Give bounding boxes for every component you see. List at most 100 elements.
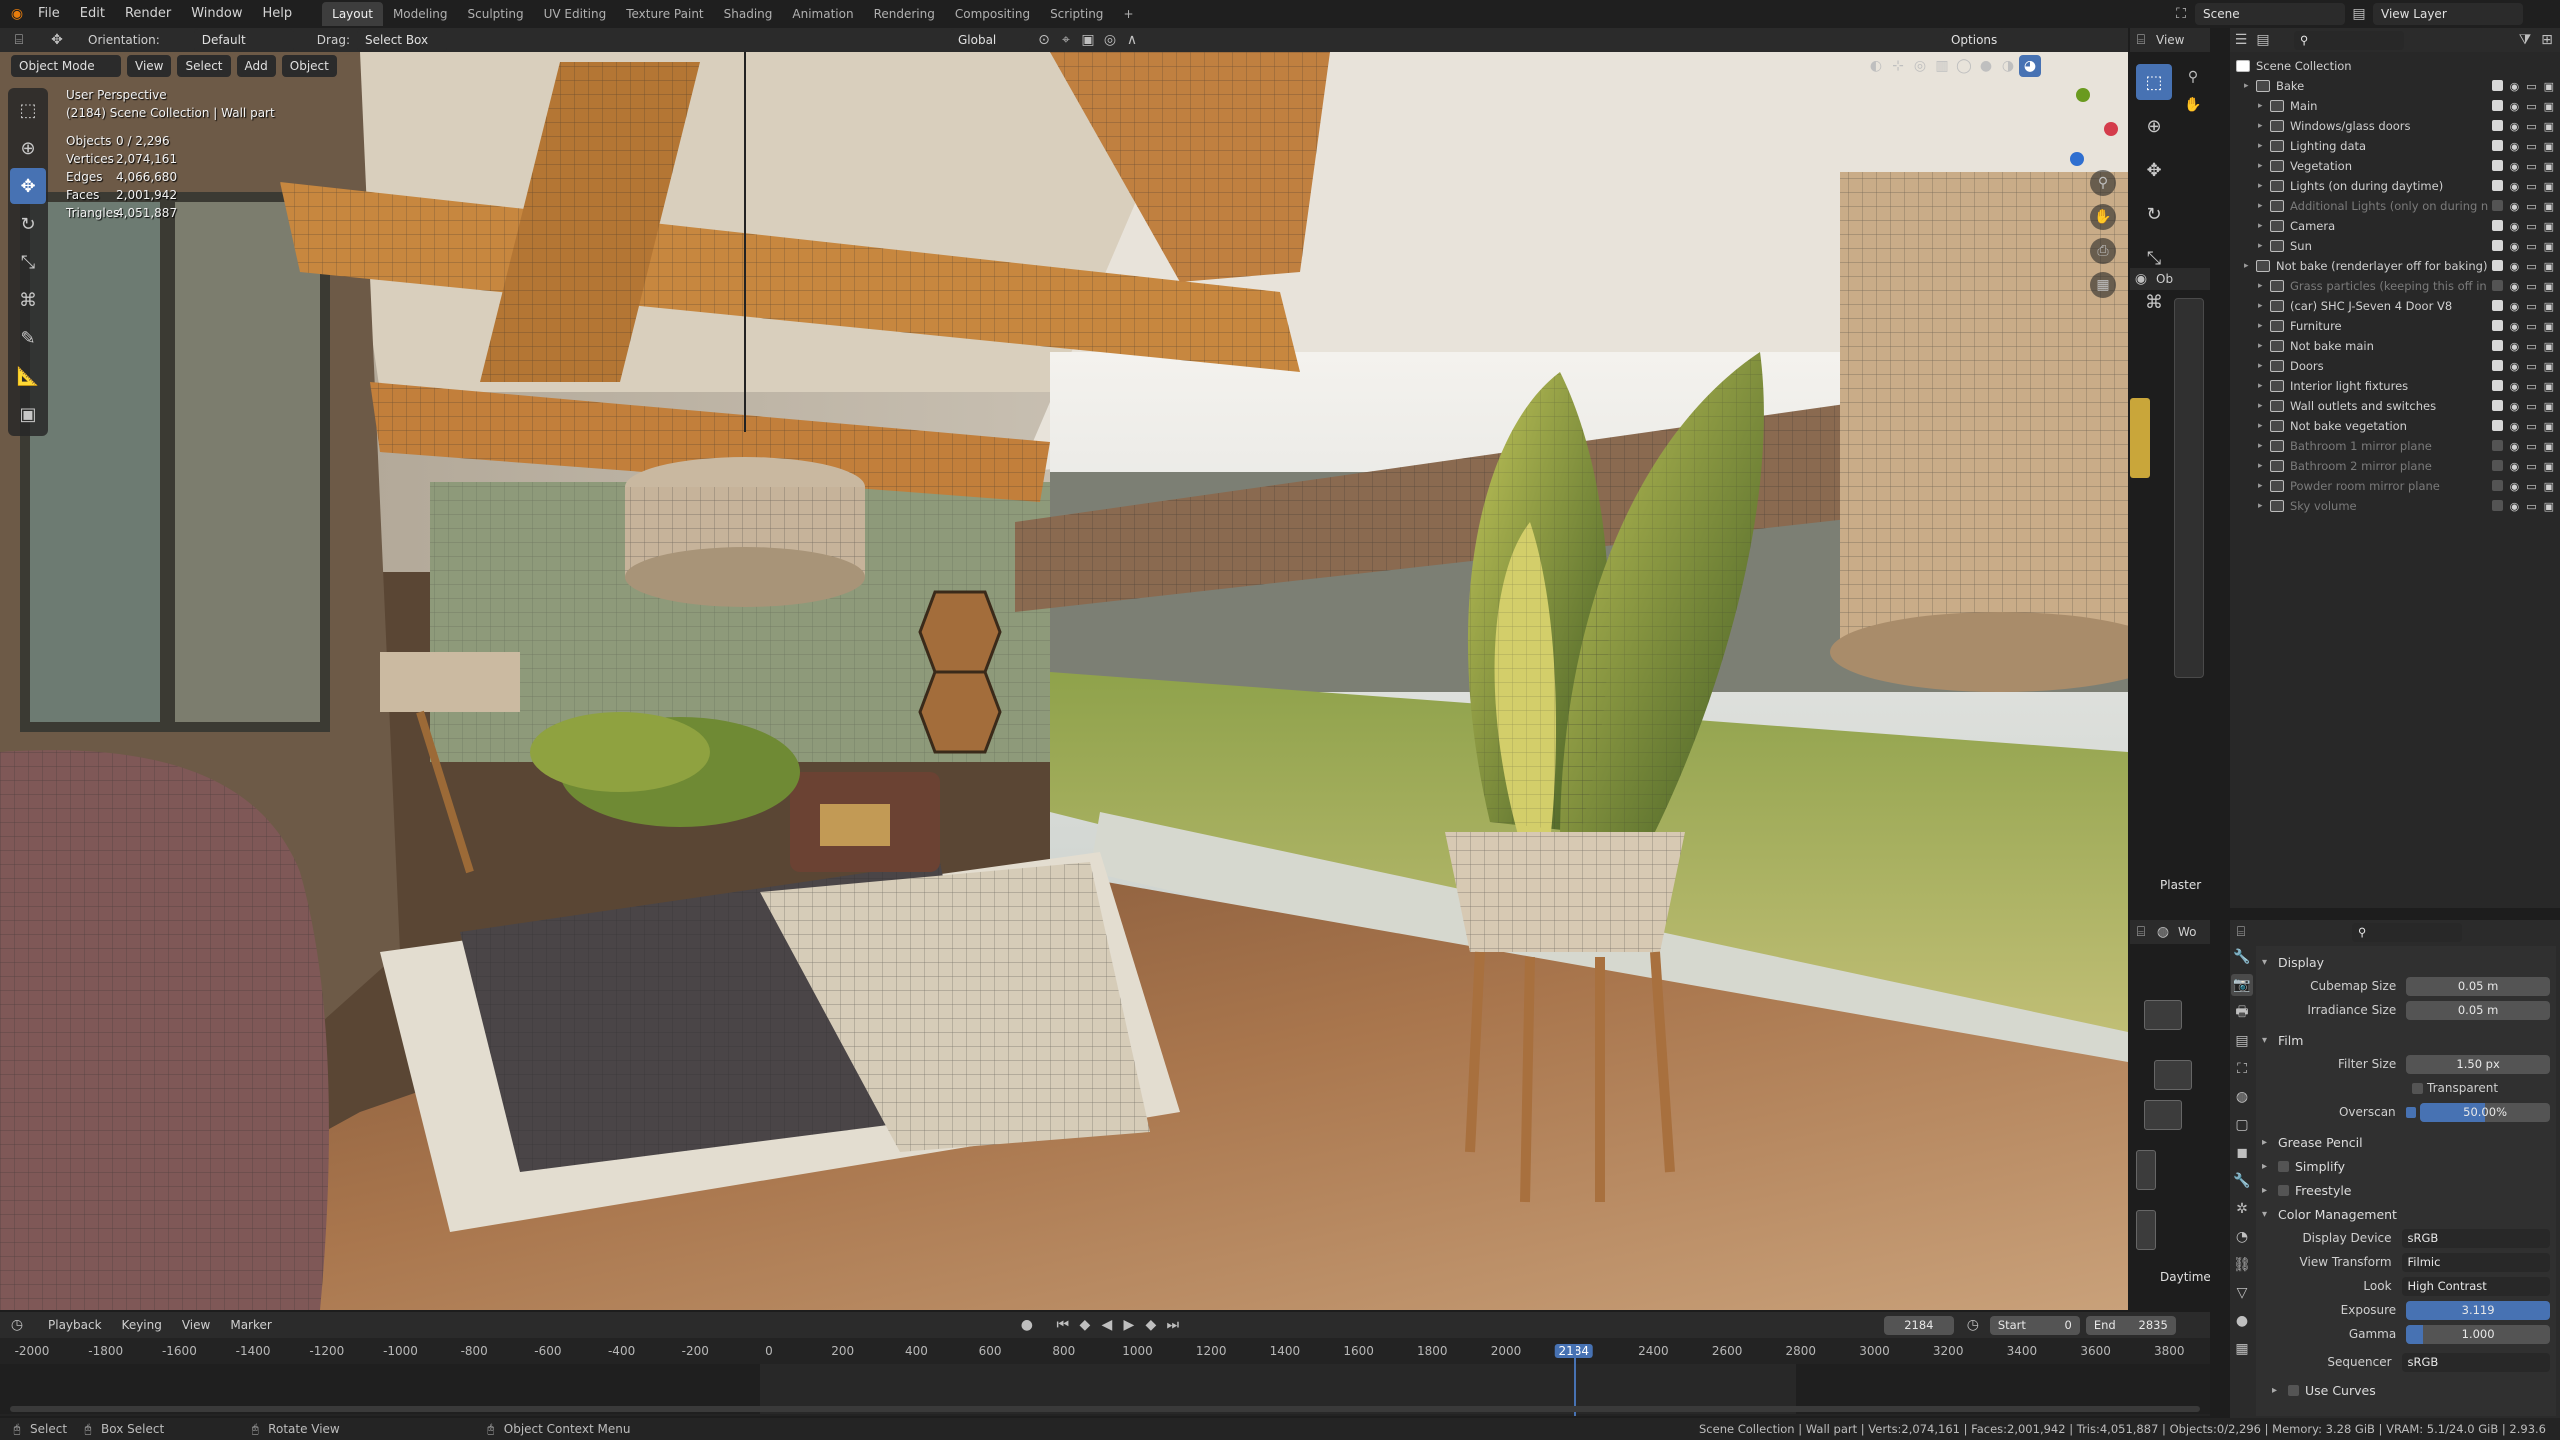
outliner-item[interactable]: ▸ Lights (on during daytime) ◉ ▭ ▣ <box>2230 176 2560 196</box>
exclude-checkbox[interactable] <box>2491 499 2503 511</box>
tab-compositing[interactable]: Compositing <box>945 2 1040 26</box>
jump-start-icon[interactable]: ⏮ <box>1052 1314 1074 1336</box>
monitor-icon[interactable]: ▭ <box>2526 260 2536 273</box>
disclosure-icon[interactable]: ▸ <box>2258 481 2270 491</box>
move-tool-icon[interactable]: ✥ <box>46 29 68 51</box>
physics-tab-icon[interactable]: ◔ <box>2231 1226 2253 1248</box>
camera-icon[interactable]: ▣ <box>2544 180 2554 193</box>
disclosure-icon[interactable]: ▸ <box>2258 241 2270 251</box>
play-reverse-icon[interactable]: ◀ <box>1096 1314 1118 1336</box>
simplify-panel-header[interactable]: ▸ Simplify <box>2262 1154 2550 1178</box>
menu-render[interactable]: Render <box>115 2 181 26</box>
node-cursor-icon[interactable]: ⊕ <box>2136 108 2172 144</box>
monitor-icon[interactable]: ▭ <box>2526 440 2536 453</box>
eye-icon[interactable]: ◉ <box>2510 300 2520 313</box>
node-editor-world[interactable]: ⌸ ◍ Wo Daytime <box>2130 920 2210 1310</box>
monitor-icon[interactable]: ▭ <box>2526 480 2536 493</box>
pivot-icon[interactable]: ⊙ <box>1033 29 1055 51</box>
eye-icon[interactable]: ◉ <box>2510 120 2520 133</box>
current-frame-field[interactable]: 2184 <box>1883 1315 1954 1335</box>
eye-icon[interactable]: ◉ <box>2510 400 2520 413</box>
disclosure-icon[interactable]: ▸ <box>2258 441 2270 451</box>
color-management-panel-header[interactable]: ▾ Color Management <box>2262 1202 2550 1226</box>
disclosure-icon[interactable]: ▸ <box>2258 501 2270 511</box>
pan-icon[interactable]: ✋ <box>2090 204 2116 230</box>
select-box-tool-icon[interactable]: ⬚ <box>10 92 46 128</box>
monitor-icon[interactable]: ▭ <box>2526 180 2536 193</box>
start-frame-field[interactable]: Start 0 <box>1989 1315 2080 1335</box>
node-pan-icon[interactable]: ✋ <box>2182 94 2204 116</box>
filter-field[interactable]: 1.50 px <box>2406 1054 2550 1074</box>
outliner-item[interactable]: ▸ Powder room mirror plane ◉ ▭ ▣ <box>2230 476 2560 496</box>
node-box[interactable] <box>2144 1000 2182 1030</box>
outliner-item[interactable]: ▸ Vegetation ◉ ▭ ▣ <box>2230 156 2560 176</box>
add-cube-tool-icon[interactable]: ▣ <box>10 396 46 432</box>
exclude-checkbox[interactable] <box>2491 319 2503 331</box>
node-view-menu[interactable]: View <box>2156 33 2184 47</box>
sequencer-dropdown[interactable]: sRGB <box>2401 1352 2550 1372</box>
exclude-checkbox[interactable] <box>2491 219 2503 231</box>
monitor-icon[interactable]: ▭ <box>2526 300 2536 313</box>
texture-tab-icon[interactable]: ▦ <box>2231 1338 2253 1360</box>
disclosure-icon[interactable]: ▸ <box>2258 301 2270 311</box>
menu-object[interactable]: Object <box>281 55 337 77</box>
scene-icon[interactable]: ⛶ <box>2170 3 2192 25</box>
eye-icon[interactable]: ◉ <box>2510 280 2520 293</box>
timeline-menu-keying[interactable]: Keying <box>122 1318 162 1332</box>
node-rotate-icon[interactable]: ↻ <box>2136 196 2172 232</box>
eye-icon[interactable]: ◉ <box>2510 500 2520 513</box>
monitor-icon[interactable]: ▭ <box>2526 220 2536 233</box>
eye-icon[interactable]: ◉ <box>2510 380 2520 393</box>
eye-icon[interactable]: ◉ <box>2510 160 2520 173</box>
scale-tool-icon[interactable]: ⤡ <box>10 244 46 280</box>
outliner-item[interactable]: ▸ Interior light fixtures ◉ ▭ ▣ <box>2230 376 2560 396</box>
tab-scripting[interactable]: Scripting <box>1040 2 1113 26</box>
eye-icon[interactable]: ◉ <box>2510 320 2520 333</box>
eye-icon[interactable]: ◉ <box>2510 420 2520 433</box>
film-panel-header[interactable]: ▾ Film <box>2262 1028 2550 1052</box>
outliner-item[interactable]: ▸ Grass particles (keeping this off in ◉ ▭ ▣ <box>2230 276 2560 296</box>
menu-add[interactable]: Add <box>236 55 276 77</box>
outliner-item[interactable]: ▸ Lighting data ◉ ▭ ▣ <box>2230 136 2560 156</box>
overscan-checkbox[interactable] <box>2405 1106 2417 1118</box>
outliner-item[interactable]: ▸ Bathroom 1 mirror plane ◉ ▭ ▣ <box>2230 436 2560 456</box>
measure-tool-icon[interactable]: 📐 <box>10 358 46 394</box>
properties-type-icon[interactable]: ⌸ <box>2230 921 2252 943</box>
use-curves-panel-header[interactable]: ▸ Use Curves <box>2262 1378 2550 1402</box>
exclude-checkbox[interactable] <box>2491 479 2503 491</box>
object-tab-icon[interactable]: ◼ <box>2231 1142 2253 1164</box>
gamma-slider[interactable]: 1.000 <box>2406 1324 2550 1344</box>
monitor-icon[interactable]: ▭ <box>2526 420 2536 433</box>
tab-layout[interactable]: Layout <box>322 2 383 26</box>
tab-shading[interactable]: Shading <box>714 2 783 26</box>
disclosure-icon[interactable]: ▸ <box>2258 181 2270 191</box>
perspective-toggle-icon[interactable]: ▦ <box>2090 272 2116 298</box>
disclosure-icon[interactable]: ▸ <box>2258 361 2270 371</box>
exclude-checkbox[interactable] <box>2491 419 2503 431</box>
world-icon[interactable]: ◍ <box>2152 921 2174 943</box>
outliner-item[interactable]: ▸ Windows/glass doors ◉ ▭ ▣ <box>2230 116 2560 136</box>
disclosure-icon[interactable]: ▸ <box>2258 201 2270 211</box>
camera-view-icon[interactable]: ⎙ <box>2090 238 2116 264</box>
monitor-icon[interactable]: ▭ <box>2526 380 2536 393</box>
camera-icon[interactable]: ▣ <box>2544 200 2554 213</box>
disclosure-icon[interactable]: ▸ <box>2258 461 2270 471</box>
outliner-item[interactable]: ▸ Not bake vegetation ◉ ▭ ▣ <box>2230 416 2560 436</box>
outliner-item[interactable]: ▸ Bathroom 2 mirror plane ◉ ▭ ▣ <box>2230 456 2560 476</box>
view-transform-dropdown[interactable]: Filmic <box>2401 1252 2550 1272</box>
tab-modeling[interactable]: Modeling <box>383 2 458 26</box>
outliner-item[interactable]: ▸ Bake ◉ ▭ ▣ <box>2230 76 2560 96</box>
proportional-edit-icon[interactable]: ◎ <box>1099 29 1121 51</box>
outliner-item[interactable]: ▸ Furniture ◉ ▭ ▣ <box>2230 316 2560 336</box>
menu-select[interactable]: Select <box>177 55 231 77</box>
snap-target-icon[interactable]: ▣ <box>1077 29 1099 51</box>
eye-icon[interactable]: ◉ <box>2510 80 2520 93</box>
exclude-checkbox[interactable] <box>2491 239 2503 251</box>
outliner-item[interactable]: ▸ Sun ◉ ▭ ▣ <box>2230 236 2560 256</box>
xray-icon[interactable]: ▥ <box>1931 55 1953 77</box>
rotate-tool-icon[interactable]: ↻ <box>10 206 46 242</box>
timeline-scrollbar[interactable] <box>10 1406 2200 1412</box>
exclude-checkbox[interactable] <box>2491 99 2503 111</box>
exclude-checkbox[interactable] <box>2491 339 2503 351</box>
cursor-tool-icon[interactable]: ⊕ <box>10 130 46 166</box>
